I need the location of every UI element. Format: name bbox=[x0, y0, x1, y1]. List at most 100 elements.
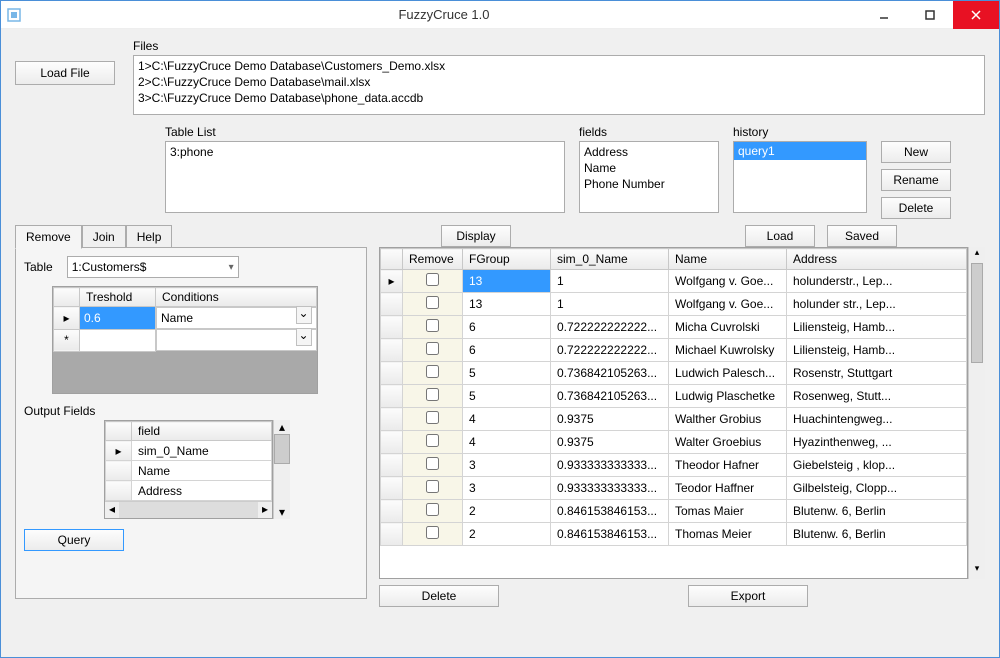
remove-checkbox-cell[interactable] bbox=[403, 523, 463, 546]
cell-sim[interactable]: 0.736842105263... bbox=[551, 385, 669, 408]
cell-address[interactable]: Gilbelsteig, Clopp... bbox=[787, 477, 967, 500]
condition-dropdown-empty[interactable] bbox=[156, 329, 317, 351]
remove-checkbox[interactable] bbox=[426, 342, 439, 355]
remove-checkbox[interactable] bbox=[426, 319, 439, 332]
load-file-button[interactable]: Load File bbox=[15, 61, 115, 85]
cell-sim[interactable]: 0.933333333333... bbox=[551, 454, 669, 477]
output-fields-grid[interactable]: field ▸sim_0_Name Name Address ◂▸ bbox=[104, 420, 273, 519]
cell-name[interactable]: Teodor Haffner bbox=[669, 477, 787, 500]
cell-name[interactable]: Micha Cuvrolski bbox=[669, 316, 787, 339]
remove-checkbox-cell[interactable] bbox=[403, 270, 463, 293]
table-row[interactable]: 20.846153846153...Thomas MeierBlutenw. 6… bbox=[381, 523, 967, 546]
remove-checkbox-cell[interactable] bbox=[403, 477, 463, 500]
load-button[interactable]: Load bbox=[745, 225, 815, 247]
remove-checkbox[interactable] bbox=[426, 365, 439, 378]
remove-checkbox[interactable] bbox=[426, 480, 439, 493]
files-listbox[interactable]: 1>C:\FuzzyCruce Demo Database\Customers_… bbox=[133, 55, 985, 115]
cell-address[interactable]: holunderstr., Lep... bbox=[787, 270, 967, 293]
output-field-item[interactable]: Address bbox=[132, 481, 272, 501]
remove-checkbox[interactable] bbox=[426, 296, 439, 309]
remove-checkbox-cell[interactable] bbox=[403, 339, 463, 362]
remove-checkbox-cell[interactable] bbox=[403, 431, 463, 454]
cell-sim[interactable]: 0.933333333333... bbox=[551, 477, 669, 500]
cell-name[interactable]: Thomas Meier bbox=[669, 523, 787, 546]
remove-checkbox-cell[interactable] bbox=[403, 385, 463, 408]
cell-fgroup[interactable]: 5 bbox=[463, 362, 551, 385]
results-col-address[interactable]: Address bbox=[787, 249, 967, 270]
results-col-name[interactable]: Name bbox=[669, 249, 787, 270]
table-row[interactable]: 30.933333333333...Theodor HafnerGiebelst… bbox=[381, 454, 967, 477]
delete-row-button[interactable]: Delete bbox=[379, 585, 499, 607]
table-row[interactable]: 40.9375Walter GroebiusHyazinthenweg, ... bbox=[381, 431, 967, 454]
remove-checkbox[interactable] bbox=[426, 273, 439, 286]
cell-address[interactable]: Rosenweg, Stutt... bbox=[787, 385, 967, 408]
cell-sim[interactable]: 0.846153846153... bbox=[551, 523, 669, 546]
cell-sim[interactable]: 0.846153846153... bbox=[551, 500, 669, 523]
remove-checkbox-cell[interactable] bbox=[403, 316, 463, 339]
cell-address[interactable]: Blutenw. 6, Berlin bbox=[787, 500, 967, 523]
cell-sim[interactable]: 1 bbox=[551, 293, 669, 316]
output-col-field[interactable]: field bbox=[132, 422, 272, 441]
tab-help[interactable]: Help bbox=[126, 225, 173, 249]
cell-fgroup[interactable]: 2 bbox=[463, 500, 551, 523]
cell-address[interactable]: Liliensteig, Hamb... bbox=[787, 316, 967, 339]
remove-checkbox-cell[interactable] bbox=[403, 293, 463, 316]
remove-checkbox[interactable] bbox=[426, 434, 439, 447]
cell-name[interactable]: Ludwig Plaschetke bbox=[669, 385, 787, 408]
cell-name[interactable]: Ludwich Palesch... bbox=[669, 362, 787, 385]
output-field-item[interactable]: Name bbox=[132, 461, 272, 481]
output-field-item[interactable]: sim_0_Name bbox=[132, 441, 272, 461]
remove-checkbox[interactable] bbox=[426, 503, 439, 516]
history-item[interactable]: query1 bbox=[734, 142, 866, 160]
cell-address[interactable]: Liliensteig, Hamb... bbox=[787, 339, 967, 362]
field-item[interactable]: Name bbox=[584, 160, 714, 176]
cell-address[interactable]: Hyazinthenweg, ... bbox=[787, 431, 967, 454]
delete-history-button[interactable]: Delete bbox=[881, 197, 951, 219]
table-row[interactable]: 131Wolfgang v. Goe...holunder str., Lep.… bbox=[381, 293, 967, 316]
cell-name[interactable]: Wolfgang v. Goe... bbox=[669, 270, 787, 293]
remove-checkbox[interactable] bbox=[426, 457, 439, 470]
cell-sim[interactable]: 0.9375 bbox=[551, 408, 669, 431]
table-row[interactable]: 60.722222222222...Micha CuvrolskiLiliens… bbox=[381, 316, 967, 339]
field-item[interactable]: Phone Number bbox=[584, 176, 714, 192]
cell-fgroup[interactable]: 5 bbox=[463, 385, 551, 408]
treshold-input[interactable] bbox=[80, 307, 155, 329]
results-col-fgroup[interactable]: FGroup bbox=[463, 249, 551, 270]
cell-sim[interactable]: 1 bbox=[551, 270, 669, 293]
table-row[interactable]: ▸131Wolfgang v. Goe...holunderstr., Lep.… bbox=[381, 270, 967, 293]
criteria-col-treshold[interactable]: Treshold bbox=[80, 288, 156, 307]
cell-fgroup[interactable]: 13 bbox=[463, 270, 551, 293]
criteria-grid[interactable]: Treshold Conditions ▸ Name * bbox=[52, 286, 318, 394]
cell-fgroup[interactable]: 6 bbox=[463, 339, 551, 362]
new-button[interactable]: New bbox=[881, 141, 951, 163]
cell-address[interactable]: holunder str., Lep... bbox=[787, 293, 967, 316]
cell-name[interactable]: Michael Kuwrolsky bbox=[669, 339, 787, 362]
remove-checkbox-cell[interactable] bbox=[403, 362, 463, 385]
cell-sim[interactable]: 0.9375 bbox=[551, 431, 669, 454]
fields-listbox[interactable]: Address Name Phone Number bbox=[579, 141, 719, 213]
cell-name[interactable]: Theodor Hafner bbox=[669, 454, 787, 477]
results-vscroll[interactable]: ▴ ▾ bbox=[968, 247, 985, 579]
display-button[interactable]: Display bbox=[441, 225, 511, 247]
remove-checkbox[interactable] bbox=[426, 411, 439, 424]
cell-sim[interactable]: 0.722222222222... bbox=[551, 339, 669, 362]
table-row[interactable]: 30.933333333333...Teodor HaffnerGilbelst… bbox=[381, 477, 967, 500]
cell-sim[interactable]: 0.722222222222... bbox=[551, 316, 669, 339]
maximize-button[interactable] bbox=[907, 1, 953, 29]
tablelist-listbox[interactable]: 3:phone bbox=[165, 141, 565, 213]
cell-fgroup[interactable]: 2 bbox=[463, 523, 551, 546]
output-hscroll[interactable]: ◂▸ bbox=[105, 501, 272, 518]
output-vscroll[interactable]: ▴▾ bbox=[273, 420, 290, 519]
file-entry[interactable]: 3>C:\FuzzyCruce Demo Database\phone_data… bbox=[138, 90, 980, 106]
cell-fgroup[interactable]: 6 bbox=[463, 316, 551, 339]
remove-checkbox[interactable] bbox=[426, 388, 439, 401]
table-row[interactable]: 50.736842105263...Ludwich Palesch...Rose… bbox=[381, 362, 967, 385]
minimize-button[interactable] bbox=[861, 1, 907, 29]
cell-fgroup[interactable]: 13 bbox=[463, 293, 551, 316]
table-row[interactable]: 50.736842105263...Ludwig PlaschetkeRosen… bbox=[381, 385, 967, 408]
history-listbox[interactable]: query1 bbox=[733, 141, 867, 213]
cell-name[interactable]: Wolfgang v. Goe... bbox=[669, 293, 787, 316]
cell-address[interactable]: Rosenstr, Stuttgart bbox=[787, 362, 967, 385]
file-entry[interactable]: 2>C:\FuzzyCruce Demo Database\mail.xlsx bbox=[138, 74, 980, 90]
close-button[interactable] bbox=[953, 1, 999, 29]
